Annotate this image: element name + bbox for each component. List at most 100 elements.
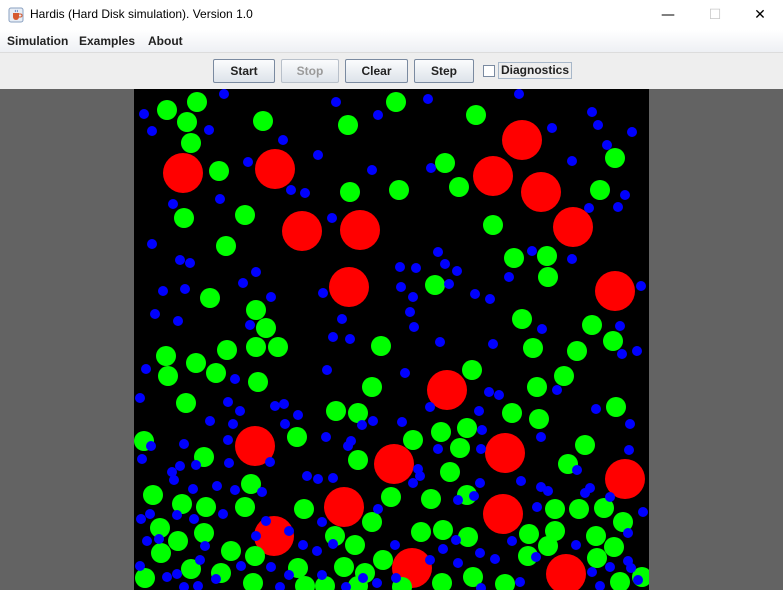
medium-disk — [411, 522, 431, 542]
small-disk — [300, 188, 310, 198]
medium-disk — [425, 275, 445, 295]
title-bar: Hardis (Hard Disk simulation). Version 1… — [0, 0, 783, 31]
medium-disk — [334, 557, 354, 577]
small-disk — [169, 475, 179, 485]
small-disk — [585, 483, 595, 493]
small-disk — [317, 517, 327, 527]
small-disk — [484, 387, 494, 397]
menu-simulation[interactable]: Simulation — [7, 34, 68, 48]
large-disk — [340, 210, 380, 250]
small-disk — [507, 536, 517, 546]
start-button[interactable]: Start — [213, 59, 275, 83]
small-disk — [591, 404, 601, 414]
small-disk — [223, 435, 233, 445]
small-disk — [409, 322, 419, 332]
small-disk — [633, 575, 643, 585]
small-disk — [423, 94, 433, 104]
small-disk — [397, 417, 407, 427]
small-disk — [476, 444, 486, 454]
medium-disk — [587, 548, 607, 568]
menu-examples[interactable]: Examples — [79, 34, 135, 48]
small-disk — [426, 163, 436, 173]
small-disk — [147, 239, 157, 249]
diagnostics-label[interactable]: Diagnostics — [498, 62, 573, 79]
small-disk — [543, 486, 553, 496]
clear-button[interactable]: Clear — [345, 59, 408, 83]
medium-disk — [462, 360, 482, 380]
medium-disk — [287, 427, 307, 447]
small-disk — [605, 562, 615, 572]
diagnostics-checkbox[interactable] — [483, 65, 495, 77]
small-disk — [286, 185, 296, 195]
large-disk — [255, 149, 295, 189]
medium-disk — [590, 180, 610, 200]
small-disk — [617, 349, 627, 359]
small-disk — [321, 432, 331, 442]
small-disk — [317, 570, 327, 580]
stop-button: Stop — [281, 59, 339, 83]
small-disk — [552, 385, 562, 395]
medium-disk — [187, 92, 207, 112]
medium-disk — [466, 105, 486, 125]
large-disk — [485, 433, 525, 473]
small-disk — [345, 334, 355, 344]
medium-disk — [586, 526, 606, 546]
menu-about[interactable]: About — [148, 34, 183, 48]
step-button[interactable]: Step — [414, 59, 474, 83]
medium-disk — [135, 568, 155, 588]
small-disk — [204, 125, 214, 135]
small-disk — [280, 419, 290, 429]
small-disk — [238, 278, 248, 288]
small-disk — [587, 107, 597, 117]
small-disk — [485, 294, 495, 304]
medium-disk — [527, 377, 547, 397]
small-disk — [313, 150, 323, 160]
small-disk — [373, 504, 383, 514]
small-disk — [318, 288, 328, 298]
medium-disk — [253, 111, 273, 131]
small-disk — [527, 246, 537, 256]
medium-disk — [156, 346, 176, 366]
medium-disk — [554, 366, 574, 386]
small-disk — [433, 444, 443, 454]
small-disk — [236, 561, 246, 571]
small-disk — [470, 289, 480, 299]
medium-disk — [386, 92, 406, 112]
medium-disk — [362, 512, 382, 532]
medium-disk — [605, 148, 625, 168]
medium-disk — [537, 246, 557, 266]
simulation-canvas[interactable] — [134, 89, 649, 590]
medium-disk — [606, 397, 626, 417]
small-disk — [593, 120, 603, 130]
small-disk — [142, 536, 152, 546]
menu-bar: Simulation Examples About — [0, 30, 783, 53]
medium-disk — [157, 100, 177, 120]
small-disk — [494, 390, 504, 400]
window-title: Hardis (Hard Disk simulation). Version 1… — [30, 7, 253, 21]
small-disk — [135, 393, 145, 403]
small-disk — [284, 570, 294, 580]
small-disk — [587, 567, 597, 577]
large-disk — [329, 267, 369, 307]
medium-disk — [200, 288, 220, 308]
small-disk — [266, 562, 276, 572]
small-disk — [469, 491, 479, 501]
close-button[interactable]: ✕ — [737, 0, 783, 30]
small-disk — [632, 346, 642, 356]
small-disk — [337, 314, 347, 324]
small-disk — [571, 540, 581, 550]
medium-disk — [216, 236, 236, 256]
small-disk — [514, 89, 524, 99]
medium-disk — [196, 497, 216, 517]
medium-disk — [248, 372, 268, 392]
small-disk — [175, 461, 185, 471]
medium-disk — [174, 208, 194, 228]
small-disk — [613, 202, 623, 212]
minimize-button[interactable]: — — [645, 0, 691, 30]
medium-disk — [295, 576, 315, 590]
medium-disk — [217, 340, 237, 360]
small-disk — [411, 263, 421, 273]
small-disk — [188, 484, 198, 494]
medium-disk — [504, 248, 524, 268]
small-disk — [218, 509, 228, 519]
